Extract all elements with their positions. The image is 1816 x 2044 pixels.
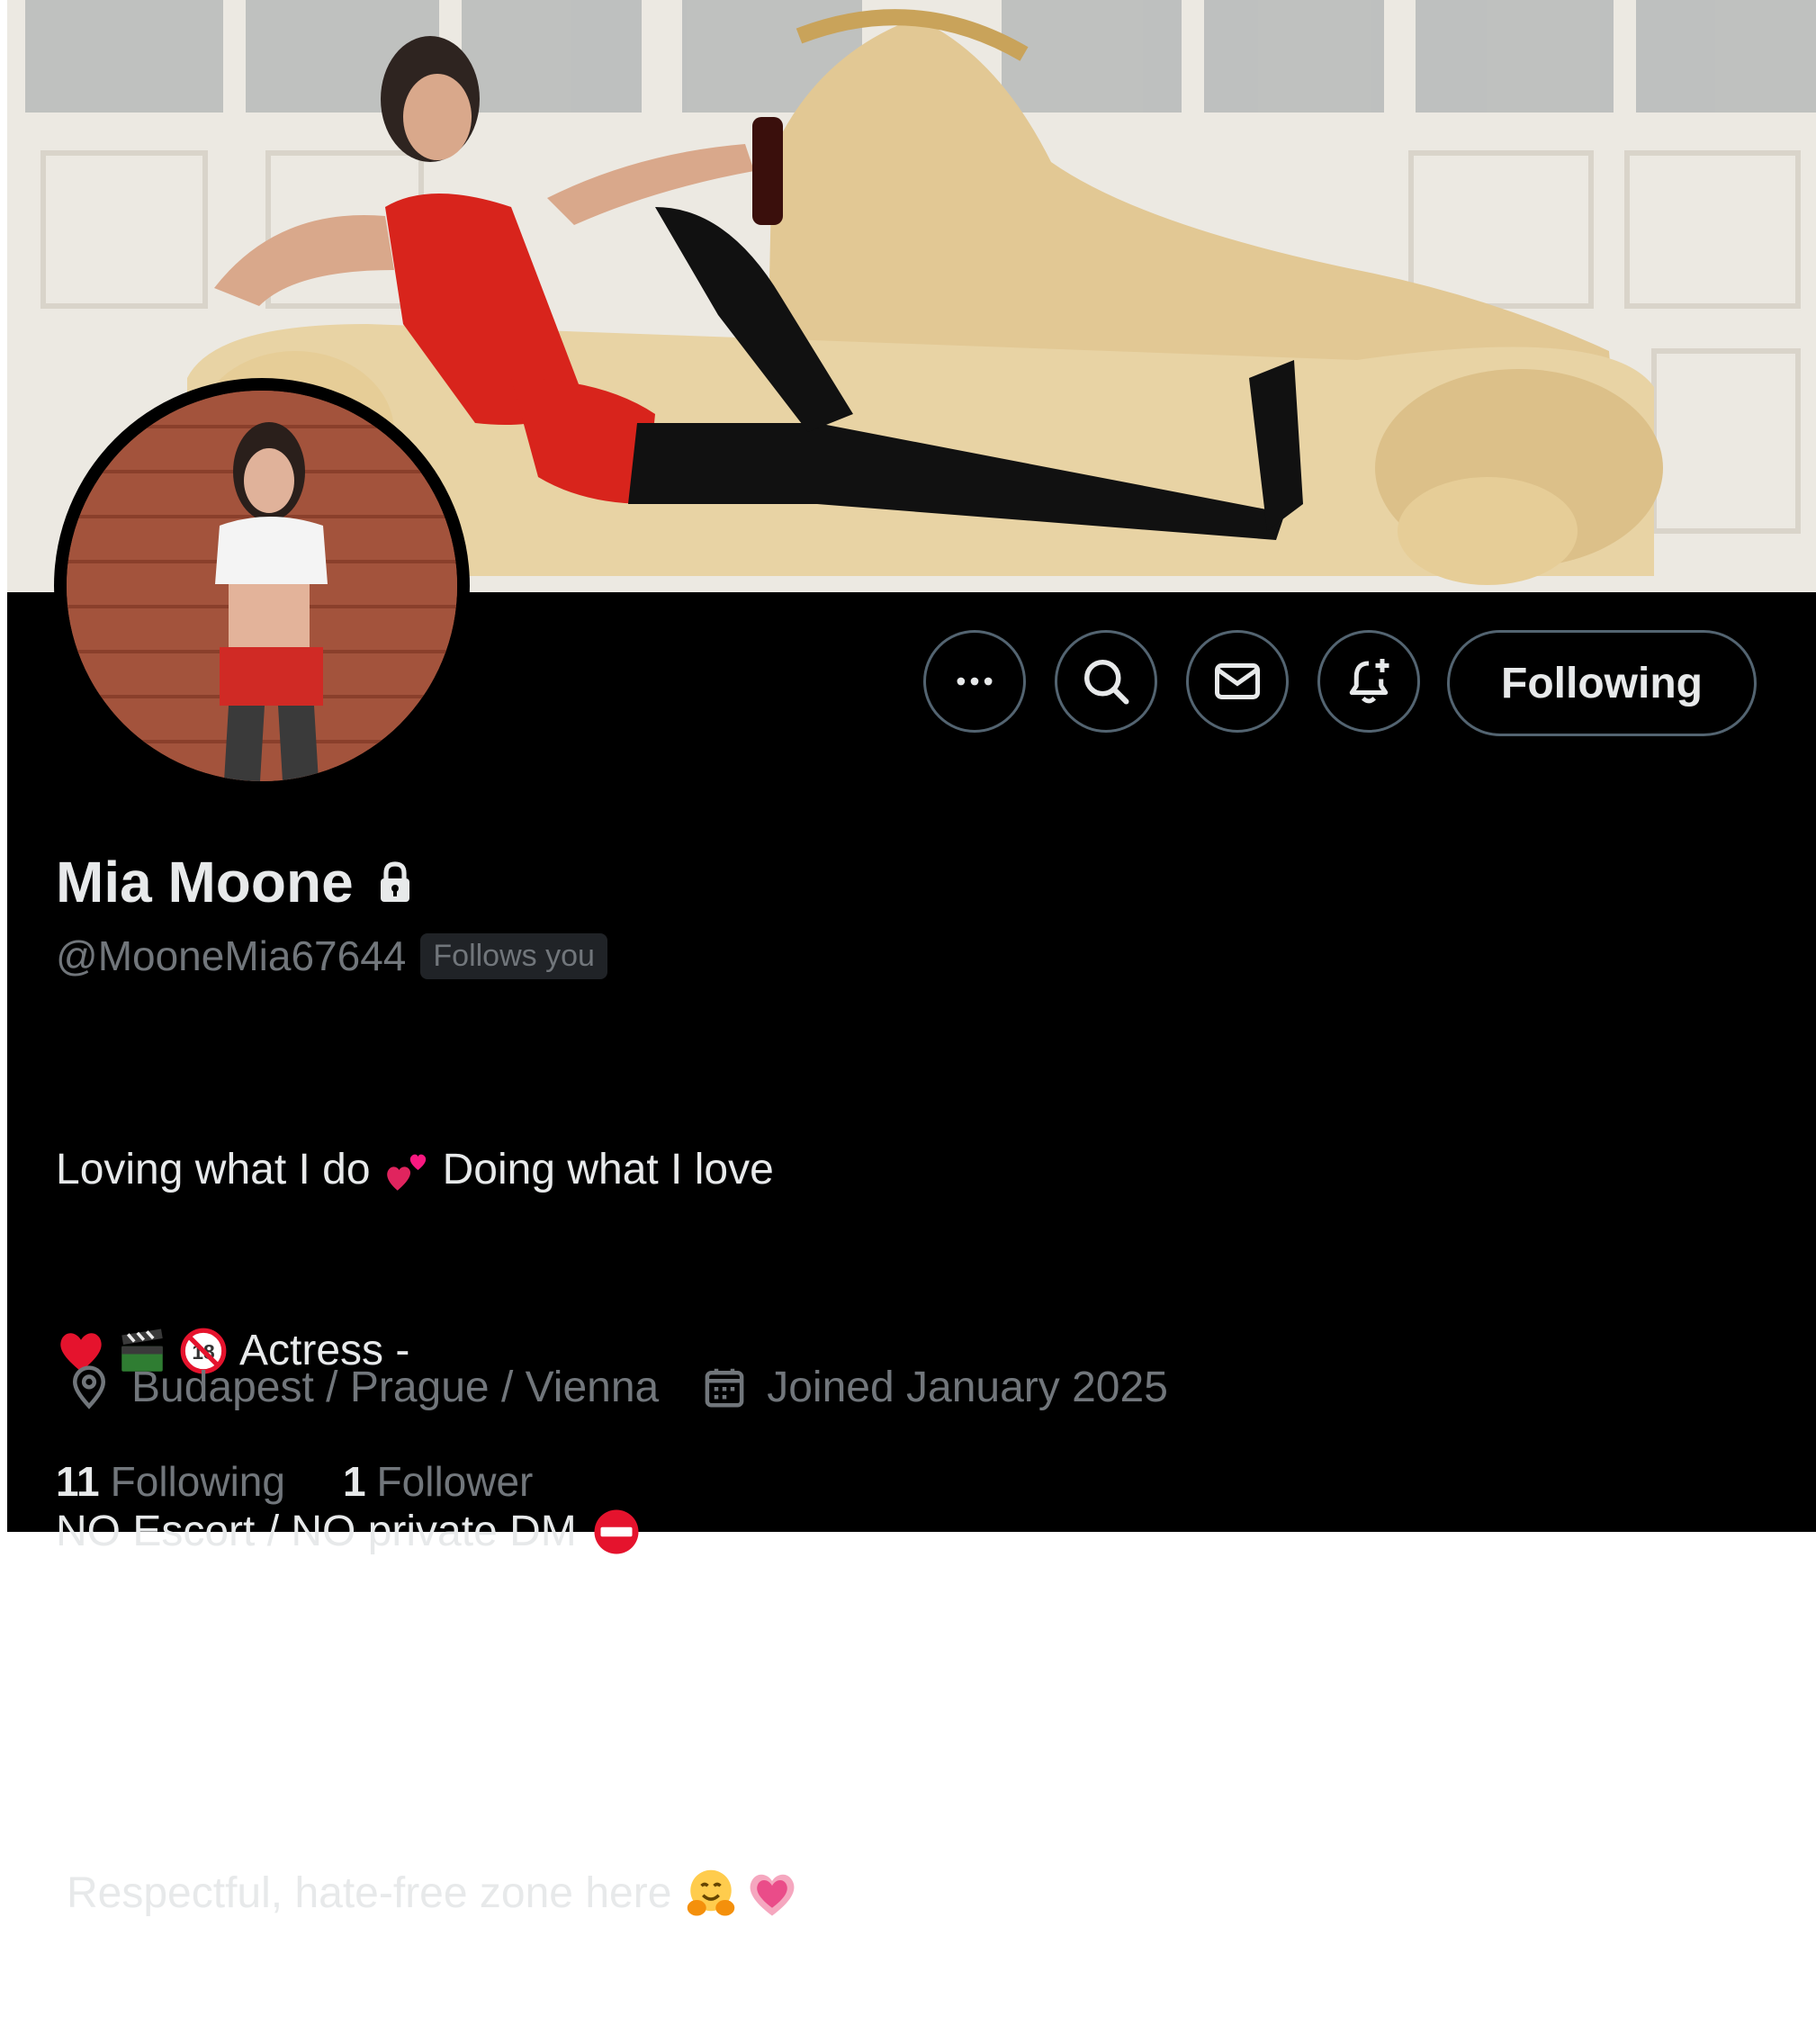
location-text: Budapest / Prague / Vienna xyxy=(131,1363,660,1411)
avatar-image xyxy=(67,391,457,781)
envelope-icon xyxy=(1215,663,1260,699)
following-button[interactable]: Following xyxy=(1447,630,1757,736)
handle-row: @MooneMia67644 Follows you xyxy=(56,929,607,983)
bell-plus-icon xyxy=(1349,659,1389,704)
profile-page: Following Mia Moone @MooneMia67644 Follo… xyxy=(7,0,1816,1917)
more-horizontal-icon xyxy=(957,677,993,686)
follow-stats: 11 Following 1 Follower xyxy=(56,1451,590,1512)
bio-text: Doing what I love xyxy=(442,1146,774,1193)
lock-icon xyxy=(380,861,409,902)
join-date: Joined January 2025 xyxy=(700,1363,1168,1412)
following-count: 11 xyxy=(56,1458,100,1505)
followers-count-link[interactable]: 1 Follower xyxy=(343,1457,533,1506)
location: Budapest / Prague / Vienna xyxy=(65,1363,659,1412)
notifications-button[interactable] xyxy=(1317,630,1420,733)
display-name: Mia Moone xyxy=(56,850,354,914)
message-button[interactable] xyxy=(1186,630,1289,733)
profile-meta: Budapest / Prague / Vienna Joined Januar… xyxy=(65,1355,1209,1418)
bio-text: Loving what I do xyxy=(56,1146,371,1193)
search-icon xyxy=(1084,660,1129,705)
following-label: Following xyxy=(110,1458,285,1505)
join-date-text: Joined January 2025 xyxy=(767,1363,1168,1411)
more-button[interactable] xyxy=(923,630,1026,733)
bio-line-5: Respectful, hate-free zone here xyxy=(56,1863,1406,1923)
two-hearts-icon xyxy=(386,1154,426,1191)
calendar-icon xyxy=(705,1368,744,1408)
bio-line-1: Loving what I do Doing what I love xyxy=(56,1139,1406,1200)
user-handle: @MooneMia67644 xyxy=(56,932,407,979)
name-row: Mia Moone xyxy=(56,846,417,918)
follows-you-badge: Follows you xyxy=(420,932,607,979)
followers-count: 1 xyxy=(342,1458,366,1505)
location-pin-icon xyxy=(72,1365,106,1409)
followers-label: Follower xyxy=(376,1458,534,1505)
bio-text: Respectful, hate-free zone here xyxy=(67,1869,672,1917)
following-count-link[interactable]: 11 Following xyxy=(56,1457,285,1506)
growing-heart-icon xyxy=(750,1874,795,1915)
bio-line-blank xyxy=(56,1682,1406,1742)
search-profile-button[interactable] xyxy=(1055,630,1157,733)
profile-avatar[interactable] xyxy=(54,378,470,794)
hugging-face-icon xyxy=(688,1869,735,1915)
